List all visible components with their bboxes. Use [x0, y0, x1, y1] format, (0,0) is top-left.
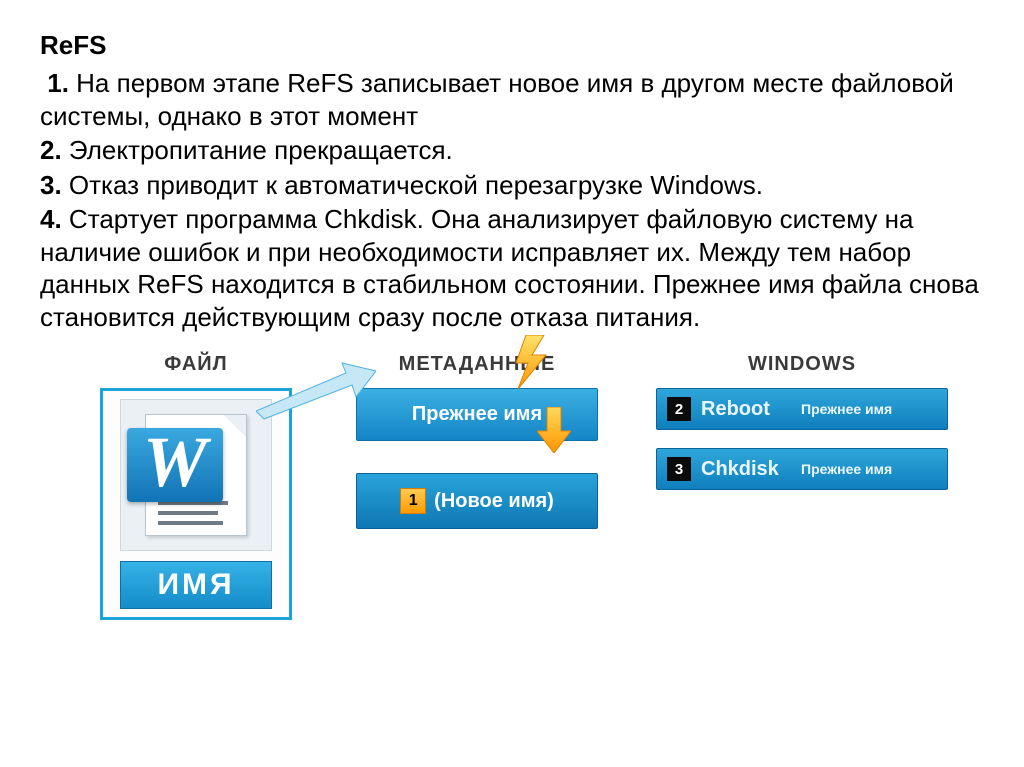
arrow-icon: [256, 361, 376, 421]
file-header: ФАЙЛ: [164, 353, 227, 376]
step-badge: 3: [667, 457, 691, 481]
word-document-icon: W: [120, 399, 272, 551]
numbered-list: 1. На первом этапе ReFS записывает новое…: [40, 67, 984, 333]
metadata-column: МЕТАДАННЫЕ: [352, 353, 602, 561]
slide-title: ReFS: [40, 30, 984, 61]
reboot-label: Reboot: [701, 398, 791, 421]
windows-column: WINDOWS 2 Reboot Прежнее имя 3 Chkdisk П…: [662, 353, 942, 508]
chkdisk-box: 3 Chkdisk Прежнее имя: [656, 448, 948, 490]
list-item: 2. Электропитание прекращается.: [40, 134, 984, 167]
diagram: ФАЙЛ W ИМЯ МЕТАДАННЫЕ: [40, 353, 984, 620]
reboot-filename: Прежнее имя: [801, 401, 892, 417]
slide: ReFS 1. На первом этапе ReFS записывает …: [0, 0, 1024, 650]
list-item: 3. Отказ приводит к автоматической перез…: [40, 169, 984, 202]
new-name-box: 1 (Новое имя): [356, 473, 598, 529]
chkdisk-label: Chkdisk: [701, 458, 791, 481]
list-item: 4. Стартует программа Chkdisk. Она анали…: [40, 203, 984, 333]
file-name-label: ИМЯ: [120, 561, 272, 609]
step-badge: 2: [667, 397, 691, 421]
lightning-icon: [512, 335, 552, 389]
word-badge-icon: W: [127, 428, 223, 502]
new-name-label: (Новое имя): [434, 490, 554, 513]
file-box: W ИМЯ: [100, 388, 292, 620]
reboot-box: 2 Reboot Прежнее имя: [656, 388, 948, 430]
step-badge: 1: [400, 488, 426, 514]
down-arrow-icon: [537, 407, 571, 453]
list-item: 1. На первом этапе ReFS записывает новое…: [40, 67, 984, 132]
chkdisk-filename: Прежнее имя: [801, 461, 892, 477]
windows-header: WINDOWS: [748, 353, 856, 376]
